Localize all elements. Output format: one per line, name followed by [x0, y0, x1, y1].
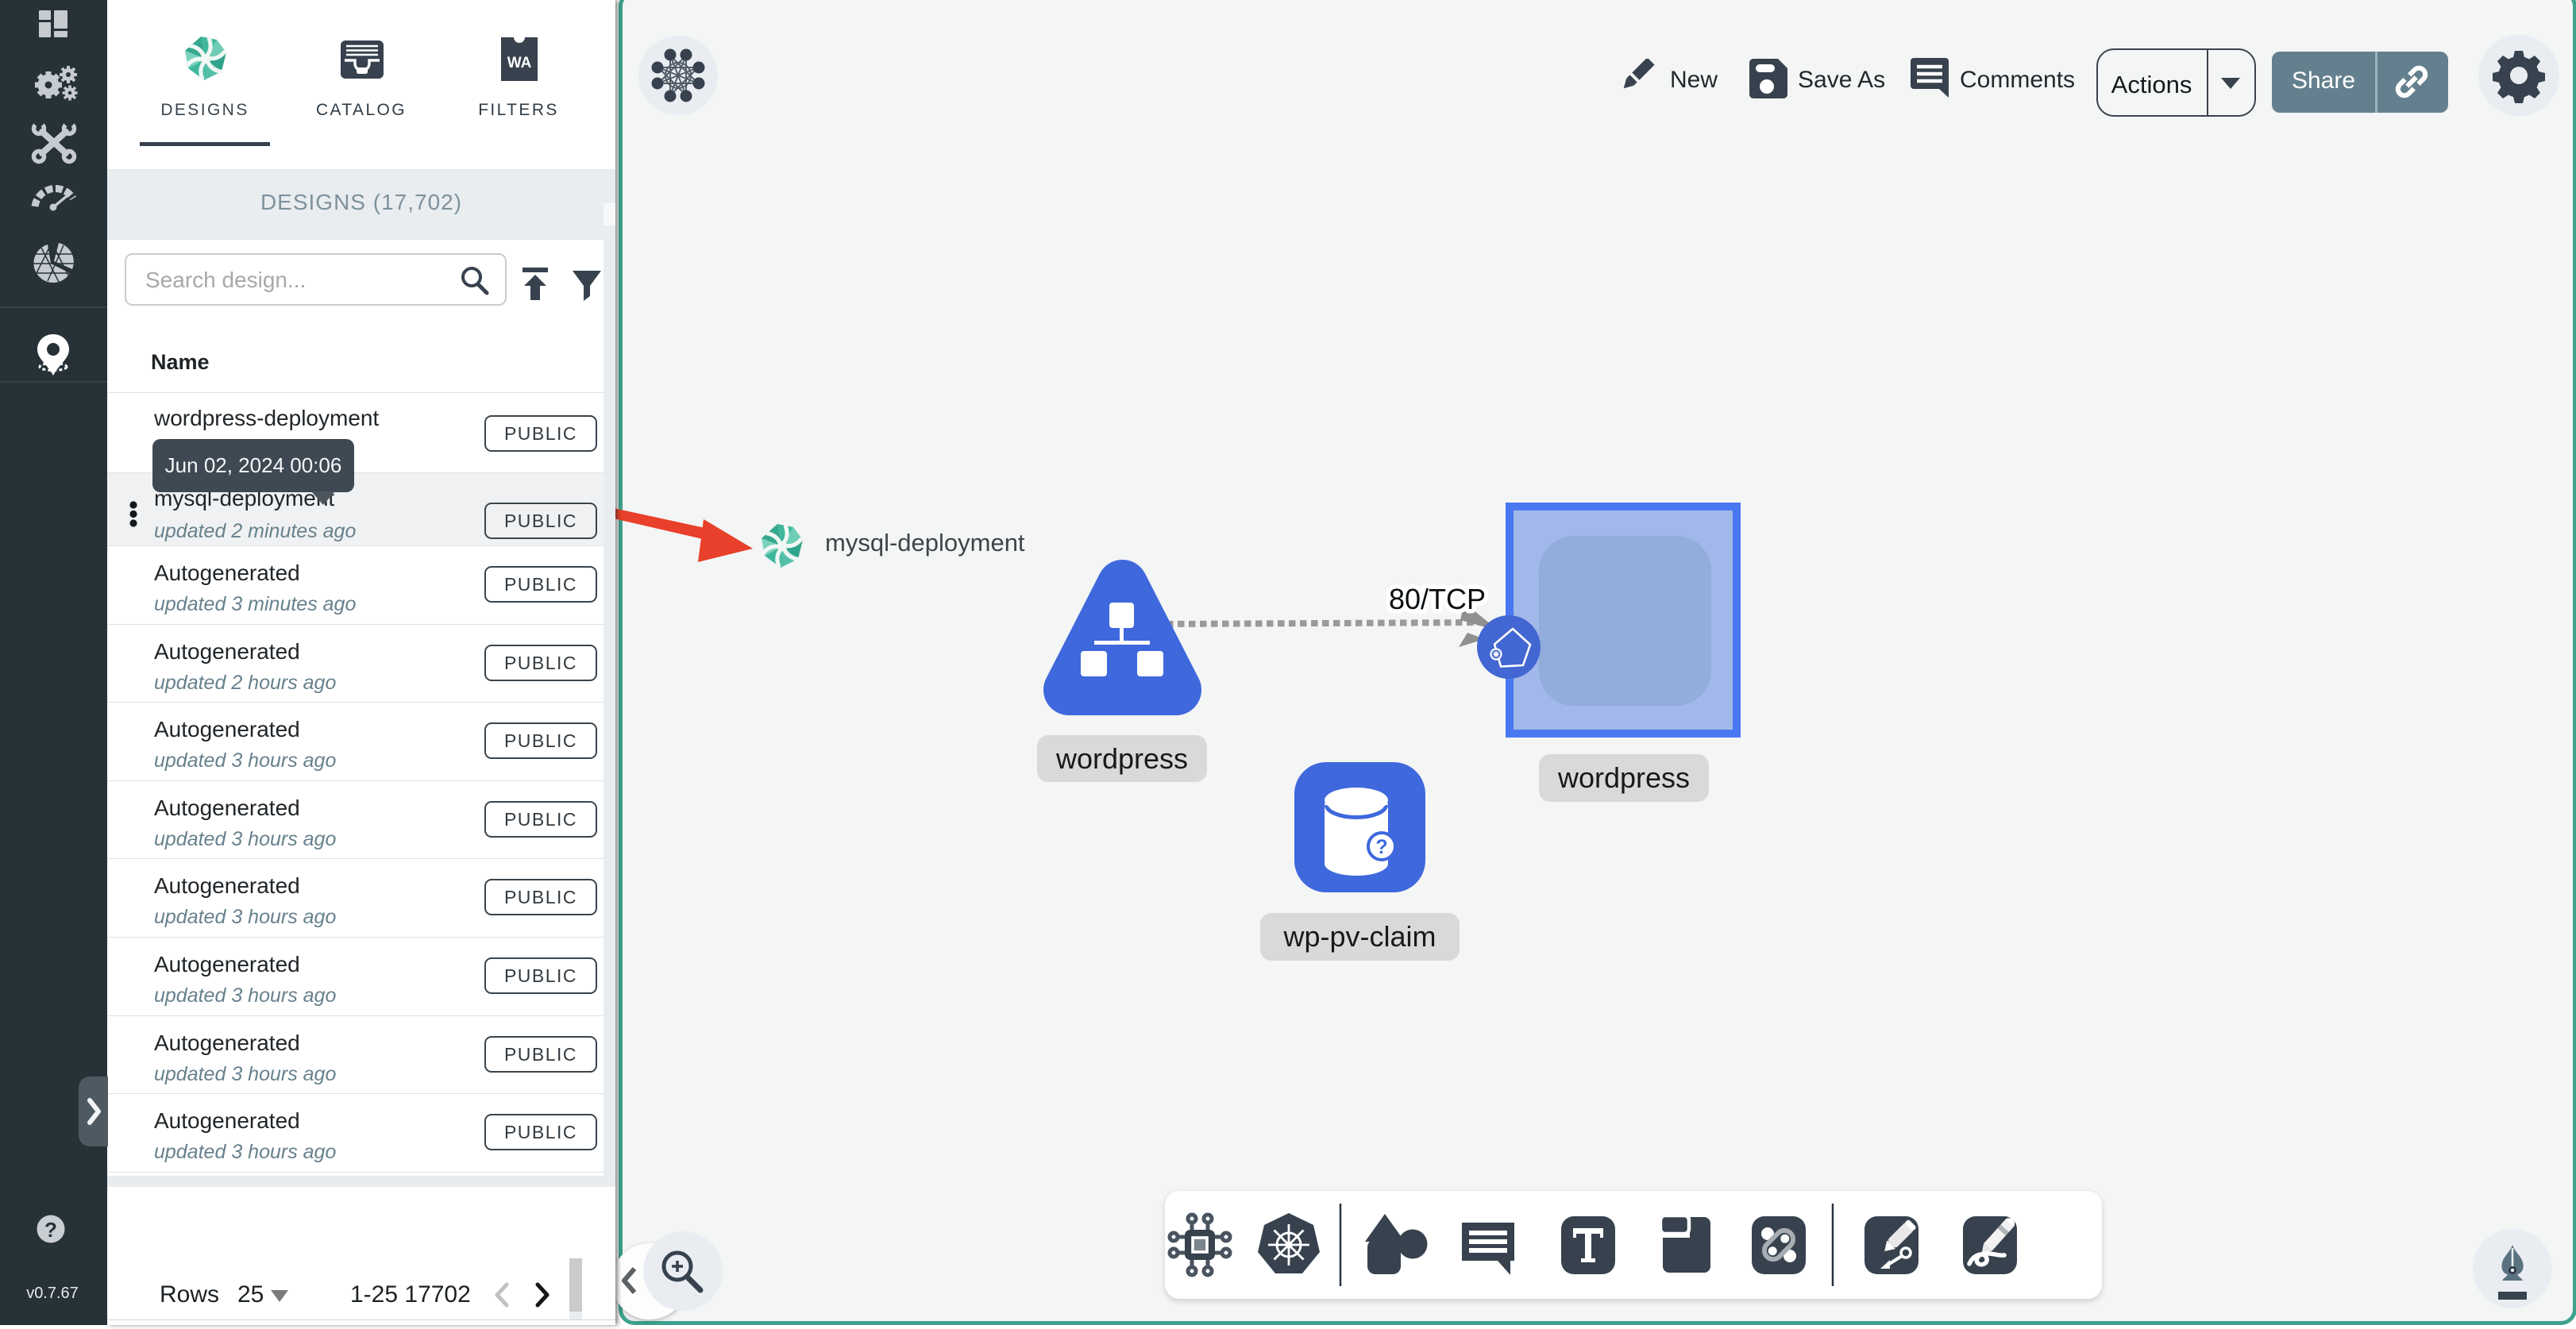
svg-text:WA: WA: [507, 55, 532, 71]
svg-text:?: ?: [44, 1218, 57, 1242]
svg-text:?: ?: [1375, 836, 1387, 858]
svg-text:v0.7.67: v0.7.67: [26, 1285, 79, 1302]
svg-text:80/TCP: 80/TCP: [1389, 583, 1486, 615]
